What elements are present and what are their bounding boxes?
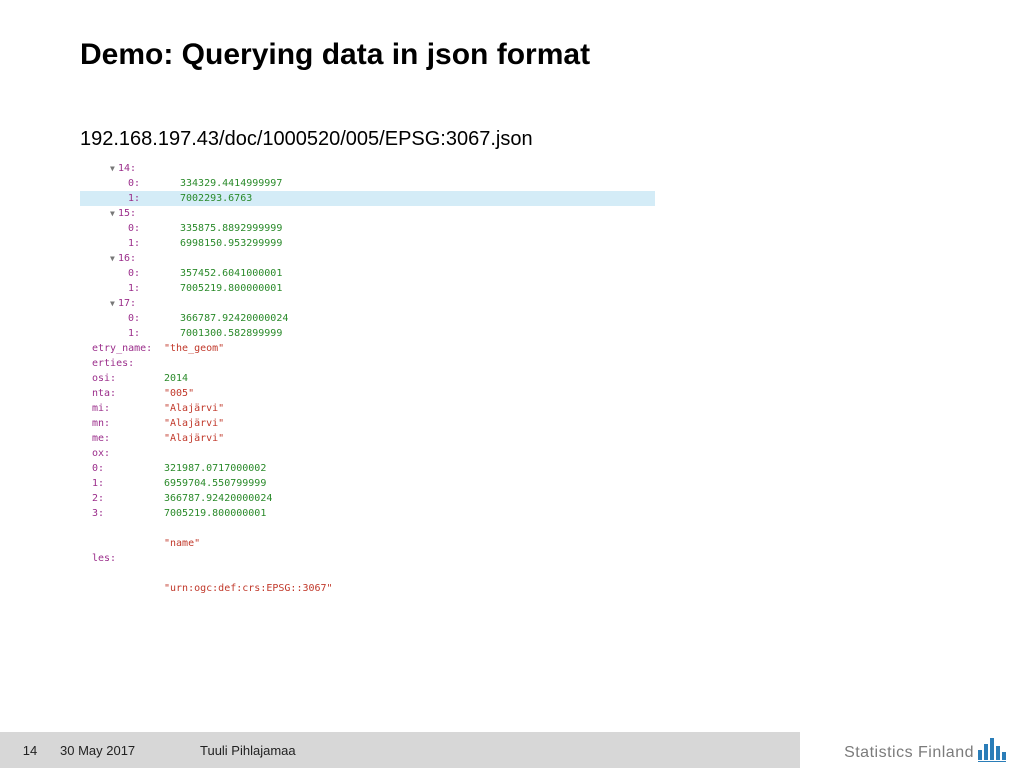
node-16-0: 0:357452.6041000001 [80, 266, 655, 281]
footer-date: 30 May 2017 [60, 743, 200, 758]
chevron-down-icon: ▼ [110, 206, 118, 221]
json-viewer: ▼14: 0:334329.4414999997 1:7002293.6763 … [80, 161, 655, 596]
bars-icon [978, 738, 1006, 762]
node-14-0: 0:334329.4414999997 [80, 176, 655, 191]
node-17-0: 0:366787.92420000024 [80, 311, 655, 326]
node-16-1: 1:7005219.800000001 [80, 281, 655, 296]
chevron-down-icon: ▼ [110, 161, 118, 176]
node-16[interactable]: ▼16: [80, 251, 655, 266]
prop-name: me:"Alajärvi" [80, 431, 655, 446]
prop-properties: erties: [80, 356, 655, 371]
logo-text: Statistics Finland [844, 744, 974, 762]
footer-bar: 14 30 May 2017 Tuuli Pihlajamaa [0, 732, 800, 768]
json-url: 192.168.197.43/doc/1000520/005/EPSG:3067… [0, 72, 1024, 151]
bbox-0: 0:321987.0717000002 [80, 461, 655, 476]
blank [80, 566, 655, 581]
prop-name-literal: "name" [80, 536, 655, 551]
crs-urn: "urn:ogc:def:crs:EPSG::3067" [80, 581, 655, 596]
prop-kunta: nta:"005" [80, 386, 655, 401]
blank [80, 521, 655, 536]
node-15-1: 1:6998150.953299999 [80, 236, 655, 251]
footer: 14 30 May 2017 Tuuli Pihlajamaa Statisti… [0, 732, 1024, 768]
prop-les: les: [80, 551, 655, 566]
slide-title: Demo: Querying data in json format [0, 0, 1024, 72]
node-17-1: 1:7001300.582899999 [80, 326, 655, 341]
prop-nimi: mi:"Alajärvi" [80, 401, 655, 416]
node-15[interactable]: ▼15: [80, 206, 655, 221]
logo: Statistics Finland [844, 738, 1006, 762]
prop-geometry-name: etry_name:"the_geom" [80, 341, 655, 356]
bbox-1: 1:6959704.550799999 [80, 476, 655, 491]
bbox-3: 3:7005219.800000001 [80, 506, 655, 521]
bbox-2: 2:366787.92420000024 [80, 491, 655, 506]
slide: Demo: Querying data in json format 192.1… [0, 0, 1024, 768]
chevron-down-icon: ▼ [110, 251, 118, 266]
prop-namn: mn:"Alajärvi" [80, 416, 655, 431]
footer-author: Tuuli Pihlajamaa [200, 743, 296, 758]
node-17[interactable]: ▼17: [80, 296, 655, 311]
node-14[interactable]: ▼14: [80, 161, 655, 176]
node-15-0: 0:335875.8892999999 [80, 221, 655, 236]
prop-bbox: ox: [80, 446, 655, 461]
prop-vuosi: osi:2014 [80, 371, 655, 386]
node-14-1: 1:7002293.6763 [80, 191, 655, 206]
page-number: 14 [0, 743, 60, 758]
chevron-down-icon: ▼ [110, 296, 118, 311]
